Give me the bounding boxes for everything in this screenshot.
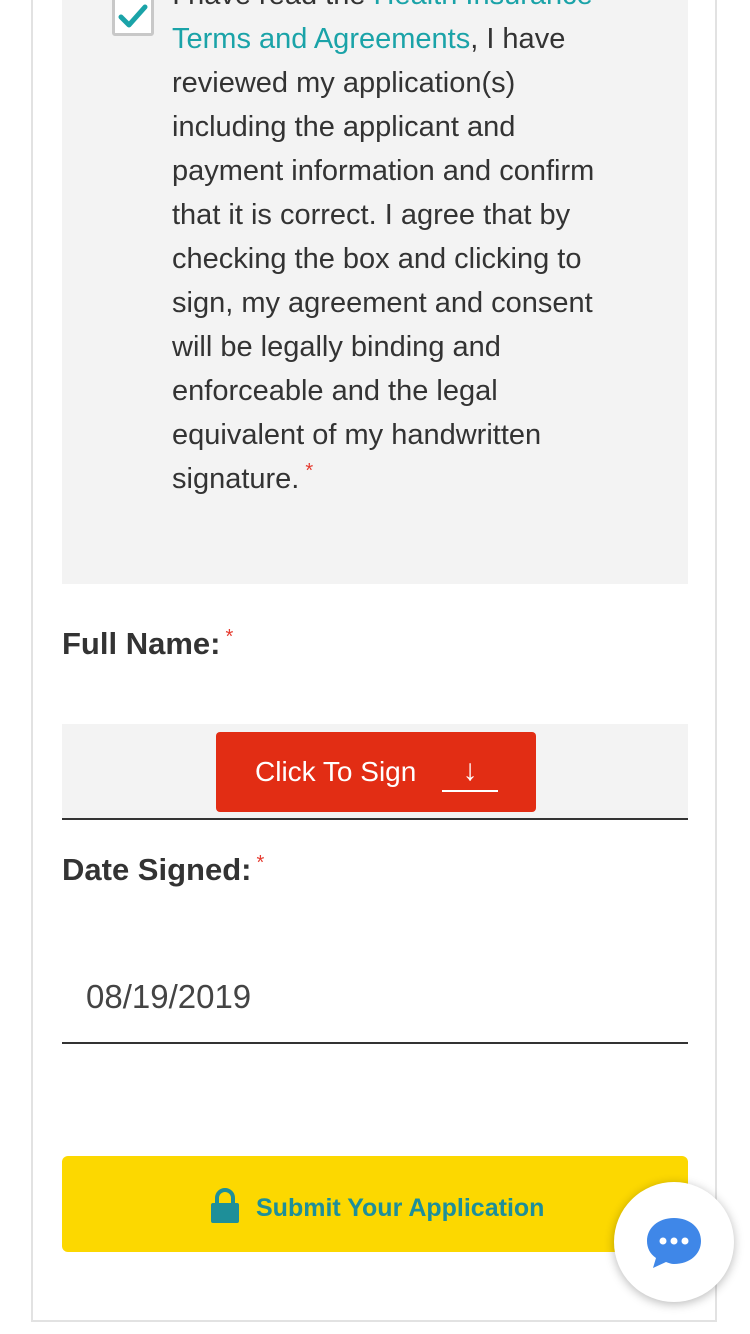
submit-application-button[interactable]: Submit Your Application: [62, 1156, 688, 1252]
full-name-label-text: Full Name:: [62, 626, 221, 661]
agreement-text-body: , I have reviewed my application(s) incl…: [172, 23, 595, 495]
date-signed-label: Date Signed: *: [62, 852, 264, 888]
full-name-label: Full Name: *: [62, 626, 233, 662]
date-signed-label-text: Date Signed:: [62, 852, 252, 887]
required-marker: *: [305, 460, 314, 483]
click-to-sign-button[interactable]: Click To Sign ↓: [216, 732, 536, 812]
chat-button[interactable]: [614, 1182, 734, 1302]
agreement-text-prefix: I have read the: [172, 0, 374, 11]
required-marker: *: [225, 625, 234, 648]
date-signed-value: 08/19/2019: [86, 978, 252, 1015]
sign-button-label: Click To Sign: [255, 756, 417, 787]
agreement-text: I have read the Health Insurance Terms a…: [172, 0, 622, 501]
chat-bubble-icon: [647, 1218, 701, 1268]
checkmark-icon: [118, 4, 148, 28]
lock-icon: [211, 1188, 239, 1223]
down-arrow-icon: ↓: [442, 752, 498, 792]
required-marker: *: [256, 851, 265, 874]
date-signed-field[interactable]: 08/19/2019: [62, 960, 688, 1044]
submit-button-label: Submit Your Application: [256, 1194, 545, 1222]
agreement-checkbox[interactable]: [112, 0, 154, 36]
